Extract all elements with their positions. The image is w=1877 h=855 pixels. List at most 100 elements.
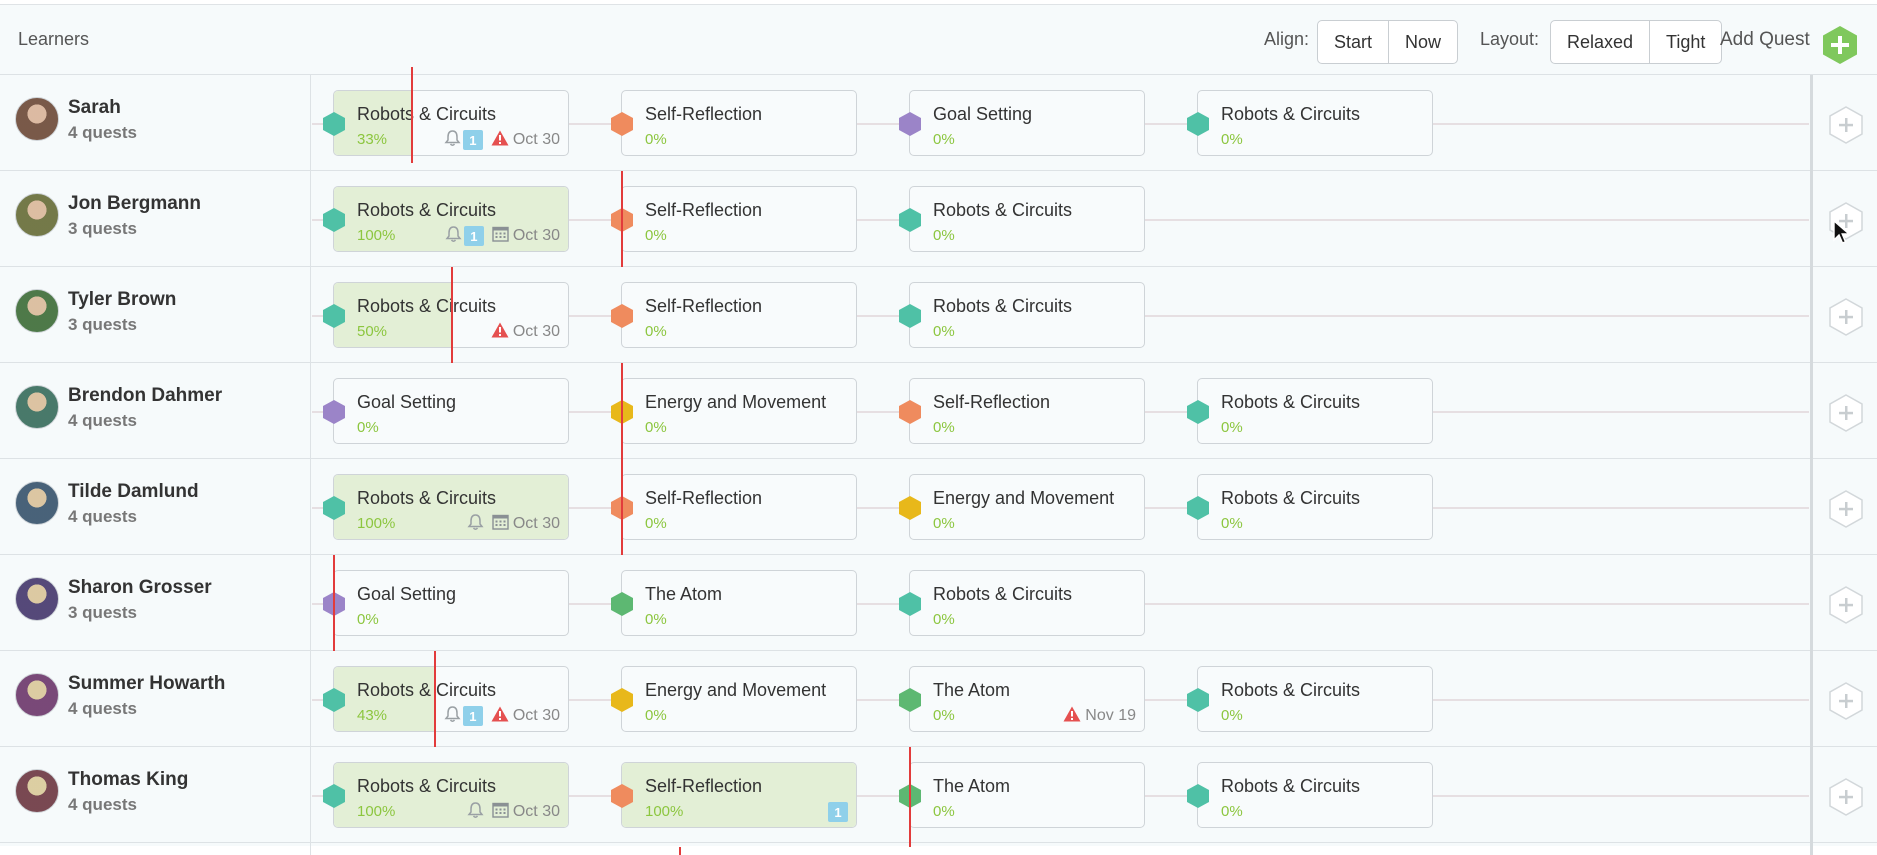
quest-card[interactable]: Self-Reflection 0% (909, 378, 1145, 444)
quest-card[interactable]: Goal Setting 0% (333, 378, 569, 444)
quest-progress: 0% (645, 515, 667, 532)
learner-quest-count: 4 quests (68, 507, 137, 526)
quest-title: Self-Reflection (645, 104, 763, 124)
quest-card[interactable]: Robots & Circuits 43% 1 Oct 30 (333, 666, 569, 732)
learner-info[interactable]: Thomas King 4 quests (15, 767, 305, 827)
bell-icon (467, 801, 484, 824)
add-quest-slot-icon[interactable] (1827, 681, 1865, 721)
quest-card[interactable]: Robots & Circuits 100% 1 Oct 30 (333, 186, 569, 252)
quest-title: Robots & Circuits (933, 296, 1073, 316)
now-indicator-line (434, 651, 436, 747)
quest-meta: Oct 30 (491, 321, 560, 343)
quest-title: Self-Reflection (645, 296, 763, 316)
learners-title: Learners (18, 29, 90, 49)
learner-quest-count: 3 quests (68, 315, 137, 334)
quest-title: Robots & Circuits (357, 296, 497, 316)
learner-info[interactable]: Summer Howarth 4 quests (15, 671, 305, 731)
learner-row: Sharon Grosser 3 quests Goal Setting 0% The … (0, 555, 1877, 651)
quest-card[interactable]: Energy and Movement 0% (909, 474, 1145, 540)
quest-title: The Atom (933, 776, 1011, 796)
add-quest-slot-icon[interactable] (1827, 393, 1865, 433)
quest-title: Self-Reflection (645, 776, 763, 796)
quest-card[interactable]: Self-Reflection 0% (621, 90, 857, 156)
quest-teal-hex-icon (1187, 496, 1209, 520)
calendar-icon (492, 801, 509, 823)
layout-toggle: Relaxed Tight (1550, 20, 1723, 64)
quest-title: Self-Reflection (645, 200, 763, 220)
quest-title: Robots & Circuits (357, 200, 497, 220)
learner-quest-count: 3 quests (68, 603, 137, 622)
learner-info[interactable]: Tyler Brown 3 quests (15, 287, 305, 347)
quest-progress: 0% (933, 803, 955, 820)
learner-name: Thomas King (68, 769, 189, 790)
quest-title: Goal Setting (933, 104, 1033, 124)
quest-card[interactable]: Robots & Circuits 0% (909, 186, 1145, 252)
learner-info[interactable]: Tilde Damlund 4 quests (15, 479, 305, 539)
due-date: Oct 30 (492, 801, 560, 823)
quest-card[interactable]: Robots & Circuits 100% Oct 30 (333, 762, 569, 828)
quest-card[interactable]: The Atom 0% Nov 19 (909, 666, 1145, 732)
quest-card[interactable]: Goal Setting 0% (333, 570, 569, 636)
quest-title: Robots & Circuits (1221, 680, 1361, 700)
quest-progress: 33% (357, 131, 388, 148)
learner-name: Summer Howarth (68, 673, 226, 694)
quest-card[interactable]: Self-Reflection 0% (621, 186, 857, 252)
quest-title: Self-Reflection (645, 488, 763, 508)
quest-progress: 0% (1221, 707, 1243, 724)
quest-card[interactable]: Robots & Circuits 0% (909, 570, 1145, 636)
learner-info[interactable]: Jon Bergmann 3 quests (15, 191, 305, 251)
avatar (15, 289, 59, 333)
quest-card[interactable]: Energy and Movement 0% (621, 378, 857, 444)
add-quest-button[interactable] (1820, 25, 1860, 65)
quest-meta: Nov 19 (1063, 705, 1136, 727)
learner-row: Thomas King 4 quests Robots & Circuits 100%… (0, 747, 1877, 847)
learner-info[interactable]: Sharon Grosser 3 quests (15, 575, 305, 635)
quest-card[interactable]: Robots & Circuits 0% (1197, 378, 1433, 444)
add-quest-slot-icon[interactable] (1827, 585, 1865, 625)
layout-relaxed-button[interactable]: Relaxed (1551, 21, 1651, 63)
quest-progress: 0% (645, 323, 667, 340)
quest-progress: 0% (645, 611, 667, 628)
quest-purple-hex-icon (899, 112, 921, 136)
align-start-button[interactable]: Start (1318, 21, 1390, 63)
quest-card[interactable]: The Atom 0% (909, 762, 1145, 828)
quest-card[interactable]: Self-Reflection 100% 1 (621, 762, 857, 828)
quest-card[interactable]: Robots & Circuits 0% (1197, 762, 1433, 828)
quest-progress: 0% (933, 227, 955, 244)
quest-title: Robots & Circuits (357, 680, 497, 700)
add-quest-slot-icon[interactable] (1827, 297, 1865, 337)
add-quest-slot-icon[interactable] (1827, 489, 1865, 529)
quest-card[interactable]: The Atom 0% (621, 570, 857, 636)
quest-card[interactable]: Self-Reflection 0% (621, 282, 857, 348)
quest-card[interactable]: Goal Setting 0% (909, 90, 1145, 156)
quest-card[interactable]: Robots & Circuits 100% Oct 30 (333, 474, 569, 540)
quest-card[interactable]: Energy and Movement 0% (621, 666, 857, 732)
quest-card[interactable]: Robots & Circuits 33% 1 Oct 30 (333, 90, 569, 156)
quest-title: Robots & Circuits (1221, 488, 1361, 508)
due-date-text: Oct 30 (512, 227, 560, 244)
due-date: Oct 30 (492, 513, 560, 535)
quest-card[interactable]: Robots & Circuits 0% (1197, 90, 1433, 156)
learner-quest-count: 4 quests (68, 699, 137, 718)
align-now-button[interactable]: Now (1389, 21, 1457, 63)
add-quest-slot-icon[interactable] (1827, 777, 1865, 817)
quest-progress: 0% (645, 227, 667, 244)
quest-title: Energy and Movement (645, 392, 827, 412)
warning-icon (491, 130, 509, 151)
learner-info[interactable]: Sarah 4 quests (15, 95, 305, 155)
add-quest-slot-icon[interactable] (1827, 105, 1865, 145)
quest-orange-hex-icon (611, 112, 633, 136)
due-date-text: Oct 30 (512, 131, 560, 148)
quest-progress: 100% (645, 803, 684, 820)
learner-info[interactable]: Brendon Dahmer 4 quests (15, 383, 305, 443)
quest-card[interactable]: Robots & Circuits 0% (1197, 666, 1433, 732)
quest-teal-hex-icon (323, 496, 345, 520)
avatar (15, 193, 59, 237)
quest-card[interactable]: Self-Reflection 0% (621, 474, 857, 540)
layout-tight-button[interactable]: Tight (1650, 21, 1721, 63)
quest-card[interactable]: Robots & Circuits 0% (1197, 474, 1433, 540)
quest-progress: 0% (933, 515, 955, 532)
now-indicator-line (621, 459, 623, 555)
quest-title: Robots & Circuits (357, 776, 497, 796)
quest-card[interactable]: Robots & Circuits 0% (909, 282, 1145, 348)
